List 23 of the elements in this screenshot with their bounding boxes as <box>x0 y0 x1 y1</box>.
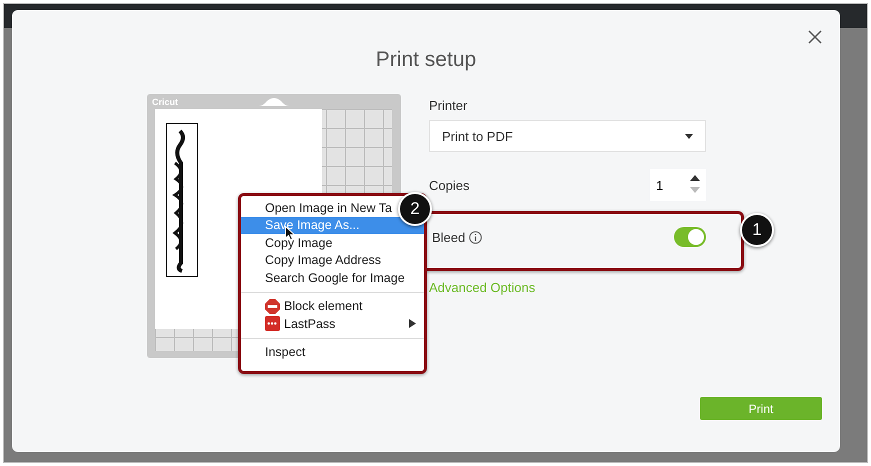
copies-label: Copies <box>429 178 470 192</box>
menu-item[interactable]: Copy Image Address <box>241 252 424 269</box>
notch-icon <box>259 97 289 106</box>
stop-sign-icon <box>265 298 280 314</box>
dots-icon <box>265 316 280 332</box>
printer-dropdown[interactable]: Print to PDF <box>429 120 706 152</box>
menu-item[interactable]: Block element <box>241 298 424 315</box>
dialog-title: Print setup <box>374 48 478 72</box>
menu-item[interactable]: Inspect <box>241 344 424 361</box>
caret-icon <box>685 134 693 138</box>
submenu-arrow-icon <box>409 319 416 328</box>
menu-item[interactable]: Search Google for Image <box>241 269 424 286</box>
bleed-toggle[interactable] <box>674 227 706 247</box>
bleed-label: Bleed <box>432 230 466 244</box>
menu-item[interactable]: LastPass <box>241 315 424 332</box>
close-icon[interactable] <box>808 30 822 44</box>
step-number-tooltip: 1 <box>740 213 774 247</box>
menu-item[interactable]: Copy Image <box>241 234 424 252</box>
info-icon[interactable] <box>469 230 482 244</box>
stepper-arrows-icon[interactable] <box>690 175 700 195</box>
step-number-tooltip: 2 <box>398 192 432 226</box>
copies-field[interactable]: 1 <box>650 169 706 201</box>
printer-label: Printer <box>429 98 468 113</box>
